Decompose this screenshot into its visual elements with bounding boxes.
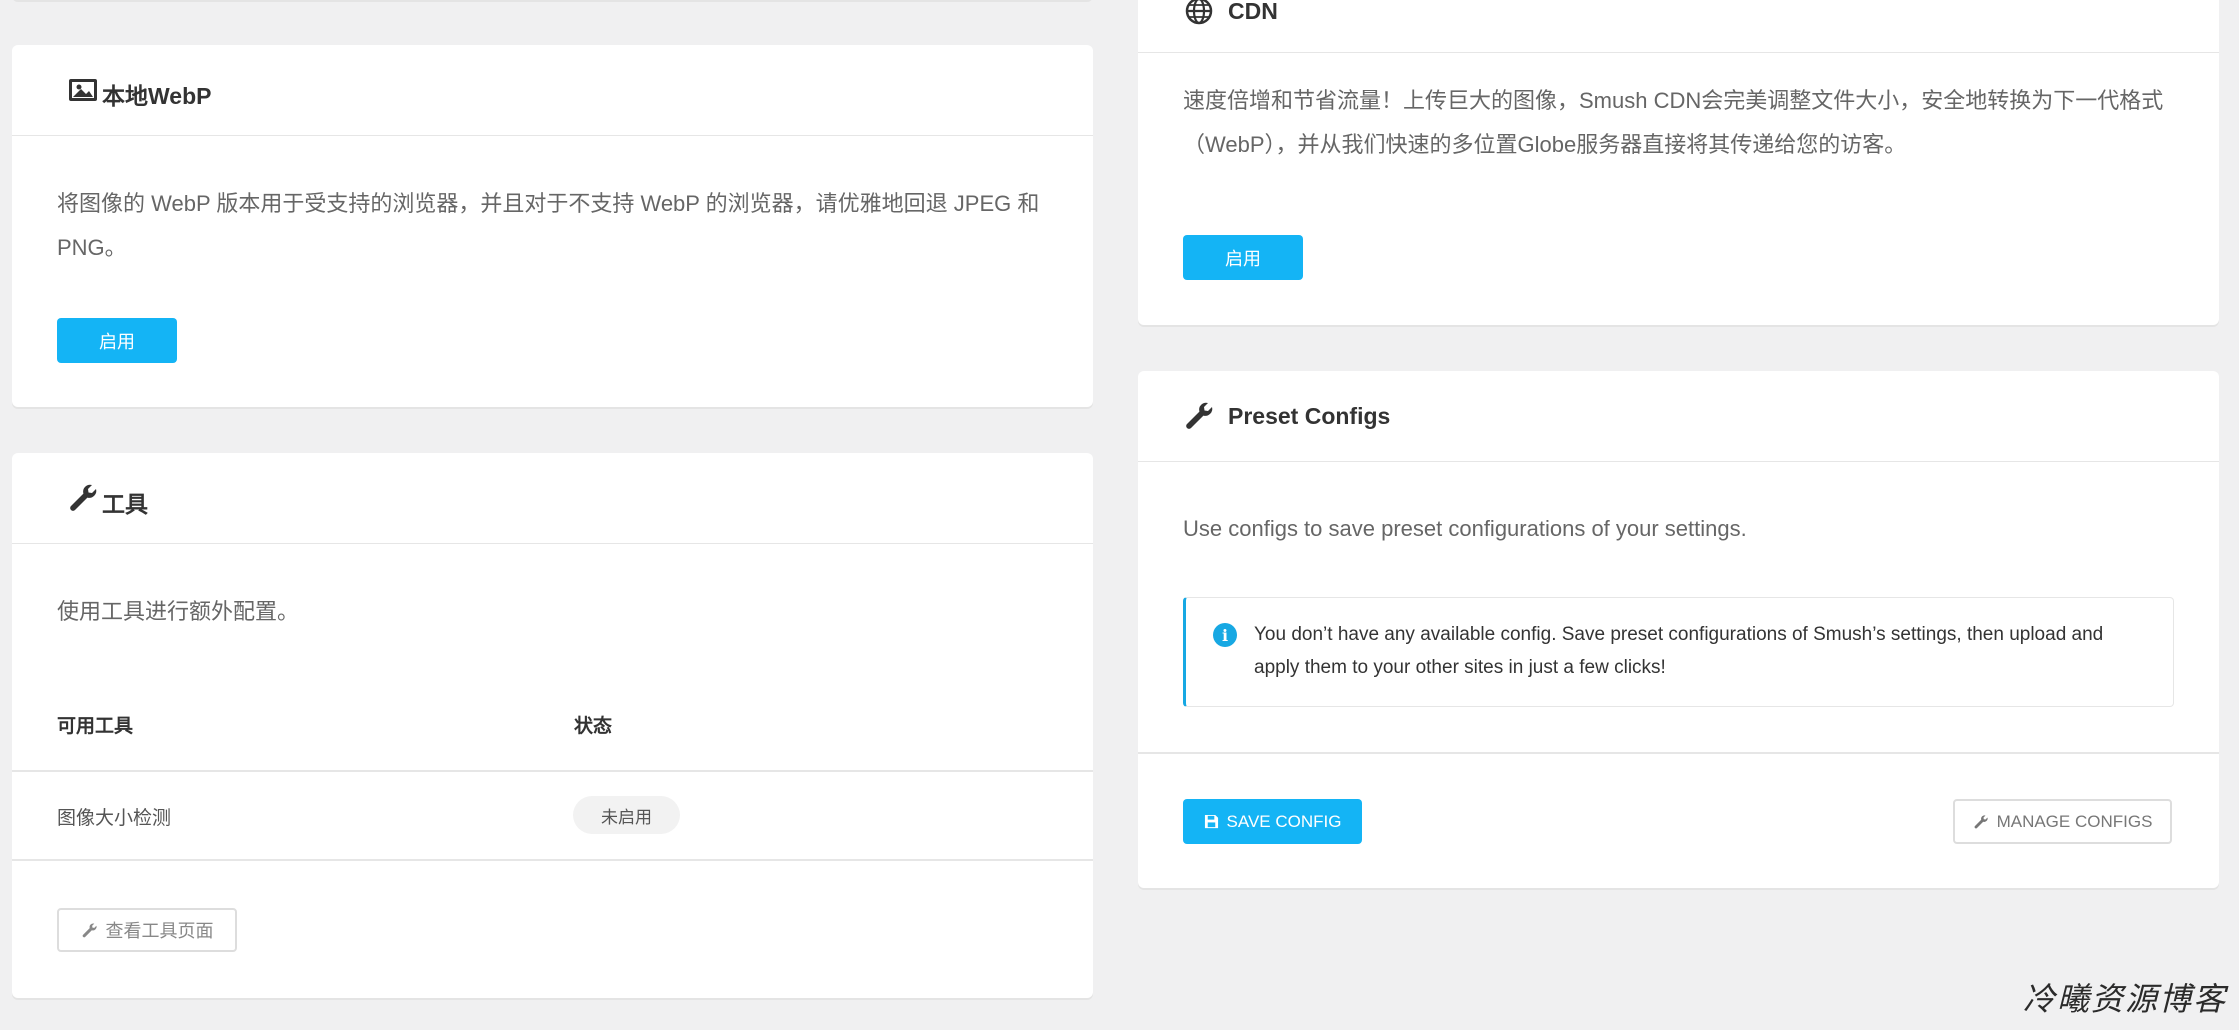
preset-description: Use configs to save preset configuration… bbox=[1183, 516, 1747, 541]
tools-column-status: 状态 bbox=[574, 716, 613, 737]
view-tools-page-label: 查看工具页面 bbox=[105, 921, 214, 941]
webp-enable-button[interactable]: 启用 bbox=[57, 318, 177, 363]
preset-footer-divider bbox=[1138, 752, 2219, 754]
webp-card-header: 本地WebP bbox=[12, 45, 1093, 136]
tools-card-header: 工具 bbox=[12, 453, 1093, 544]
notice-text: You don’t have any available config. Sav… bbox=[1254, 624, 2104, 678]
tools-card: 工具 使用工具进行额外配置。 可用工具 状态 图像大小检测 未启用 查看工具页面 bbox=[12, 453, 1093, 998]
cdn-description: 速度倍增和节省流量！上传巨大的图像，Smush CDN会完美调整文件大小，安全地… bbox=[1183, 88, 2164, 157]
globe-icon bbox=[1185, 0, 1213, 25]
tools-table-bottom-divider bbox=[12, 859, 1093, 861]
preset-card-header: Preset Configs bbox=[1138, 371, 2219, 462]
webp-description: 将图像的 WebP 版本用于受支持的浏览器，并且对于不支持 WebP 的浏览器，… bbox=[57, 191, 1040, 260]
info-icon: i bbox=[1213, 623, 1237, 647]
preset-card-title: Preset Configs bbox=[1228, 403, 1391, 429]
wrench-icon bbox=[82, 922, 97, 937]
tools-description: 使用工具进行额外配置。 bbox=[57, 599, 300, 624]
save-config-button[interactable]: SAVE CONFIG bbox=[1183, 799, 1362, 844]
status-badge: 未启用 bbox=[573, 796, 680, 834]
tools-column-name: 可用工具 bbox=[57, 716, 134, 737]
cdn-enable-button[interactable]: 启用 bbox=[1183, 235, 1303, 280]
wrench-icon bbox=[1186, 402, 1213, 429]
manage-configs-button[interactable]: MANAGE CONFIGS bbox=[1953, 799, 2172, 844]
image-icon bbox=[69, 79, 97, 101]
save-config-label: SAVE CONFIG bbox=[1226, 811, 1342, 831]
webp-card: 本地WebP 将图像的 WebP 版本用于受支持的浏览器，并且对于不支持 Web… bbox=[12, 45, 1093, 407]
manage-configs-label: MANAGE CONFIGS bbox=[1996, 811, 2153, 831]
cdn-card: CDN 速度倍增和节省流量！上传巨大的图像，Smush CDN会完美调整文件大小… bbox=[1138, 0, 2219, 325]
cdn-card-header: CDN bbox=[1138, 0, 2219, 53]
preset-configs-card: Preset Configs Use configs to save prese… bbox=[1138, 371, 2219, 888]
tool-name: 图像大小检测 bbox=[57, 808, 172, 829]
tools-card-title: 工具 bbox=[102, 491, 148, 517]
table-row: 图像大小检测 未启用 bbox=[12, 771, 1093, 861]
wrench-icon bbox=[70, 484, 97, 511]
save-icon bbox=[1204, 814, 1218, 829]
cdn-card-title: CDN bbox=[1228, 0, 1278, 24]
watermark: 冷曦资源博客 bbox=[2022, 980, 2227, 1018]
view-tools-page-button[interactable]: 查看工具页面 bbox=[57, 908, 237, 952]
wrench-icon bbox=[1974, 814, 1988, 828]
webp-card-title: 本地WebP bbox=[102, 83, 212, 109]
no-config-notice: i You don’t have any available config. S… bbox=[1183, 597, 2174, 707]
